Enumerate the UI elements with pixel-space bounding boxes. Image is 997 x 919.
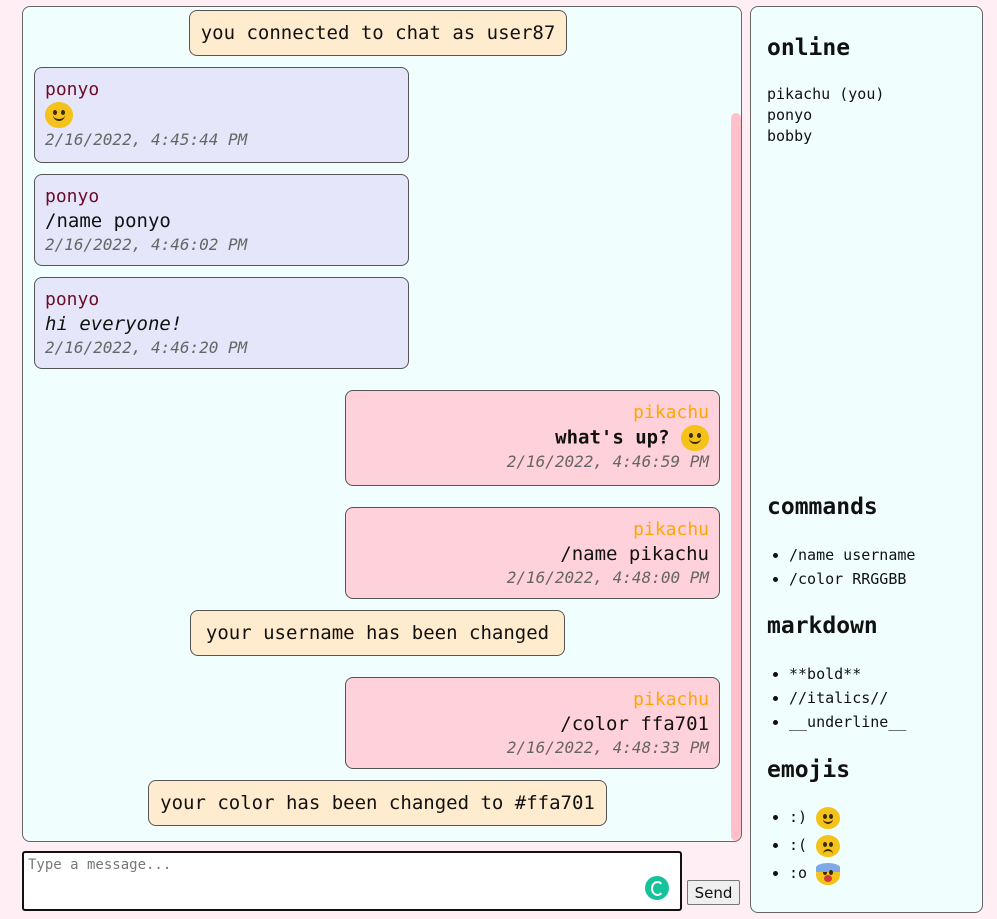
message-timestamp: 2/16/2022, 4:45:44 PM [45, 130, 248, 149]
online-user-list: pikachu (you) ponyo bobby [767, 84, 884, 147]
system-notice-color: your color has been changed to #ffa701 [148, 780, 607, 826]
chat-message: ponyo 2/16/2022, 4:45:44 PM [34, 67, 409, 163]
emoji-code: :o [789, 864, 808, 882]
system-notice-username: your username has been changed [190, 610, 565, 656]
message-username: pikachu [633, 519, 709, 540]
smile-emoji-icon [681, 425, 709, 451]
online-user: pikachu (you) [767, 85, 885, 103]
smile-emoji-icon [45, 102, 73, 128]
message-username: ponyo [45, 289, 100, 310]
chat-message: ponyo hi everyone! 2/16/2022, 4:46:20 PM [34, 277, 409, 369]
message-input[interactable] [22, 851, 682, 911]
send-button[interactable]: Send [687, 880, 740, 905]
emoji-code: :( [789, 836, 808, 854]
message-username: ponyo [45, 79, 100, 100]
markdown-list: **bold** //italics// __underline__ [767, 662, 906, 734]
chat-message-own: pikachu /name pikachu 2/16/2022, 4:48:00… [345, 507, 720, 599]
system-notice-connected: you connected to chat as user87 [189, 10, 567, 56]
commands-heading: commands [767, 494, 878, 520]
message-timestamp: 2/16/2022, 4:48:33 PM [506, 738, 709, 757]
emojis-heading: emojis [767, 757, 851, 783]
markdown-item: //italics// [789, 686, 906, 710]
message-username: ponyo [45, 186, 100, 207]
chat-log[interactable]: you connected to chat as user87 ponyo 2/… [22, 6, 742, 842]
message-text: /name ponyo [45, 210, 171, 232]
shocked-emoji-icon [816, 862, 841, 885]
message-text: what's up? [346, 425, 719, 451]
chat-message: ponyo /name ponyo 2/16/2022, 4:46:02 PM [34, 174, 409, 266]
message-timestamp: 2/16/2022, 4:46:02 PM [45, 235, 248, 254]
message-text: hi everyone! [45, 313, 183, 335]
commands-list: /name username /color RRGGBB [767, 543, 915, 591]
chat-message-own: pikachu /color ffa701 2/16/2022, 4:48:33… [345, 677, 720, 769]
message-text: /name pikachu [560, 543, 709, 565]
chat-scrollbar[interactable] [731, 113, 741, 841]
message-username: pikachu [633, 689, 709, 710]
online-heading: online [767, 35, 851, 61]
online-user: bobby [767, 127, 813, 145]
message-timestamp: 2/16/2022, 4:46:20 PM [45, 338, 248, 357]
command-item: /name username [789, 543, 915, 567]
frown-emoji-icon [816, 834, 841, 857]
smile-emoji-icon [816, 806, 841, 829]
emoji-item: :) [789, 803, 841, 831]
grammar-assistant-icon[interactable] [645, 876, 669, 900]
command-item: /color RRGGBB [789, 567, 915, 591]
emoji-item: :( [789, 831, 841, 859]
markdown-item: __underline__ [789, 710, 906, 734]
message-text: /color ffa701 [560, 713, 709, 735]
message-username: pikachu [633, 402, 709, 423]
message-timestamp: 2/16/2022, 4:48:00 PM [506, 568, 709, 587]
emoji-item: :o [789, 859, 841, 887]
markdown-heading: markdown [767, 613, 878, 639]
markdown-item: **bold** [789, 662, 906, 686]
message-text-bold: what's up? [555, 426, 670, 449]
emoji-code: :) [789, 808, 808, 826]
emojis-list: :) :( :o [767, 803, 841, 887]
message-text [35, 102, 408, 129]
message-timestamp: 2/16/2022, 4:46:59 PM [506, 452, 709, 471]
chat-message-own: pikachu what's up? 2/16/2022, 4:46:59 PM [345, 390, 720, 486]
sidebar: online pikachu (you) ponyo bobby command… [750, 6, 983, 913]
online-user: ponyo [767, 106, 813, 124]
